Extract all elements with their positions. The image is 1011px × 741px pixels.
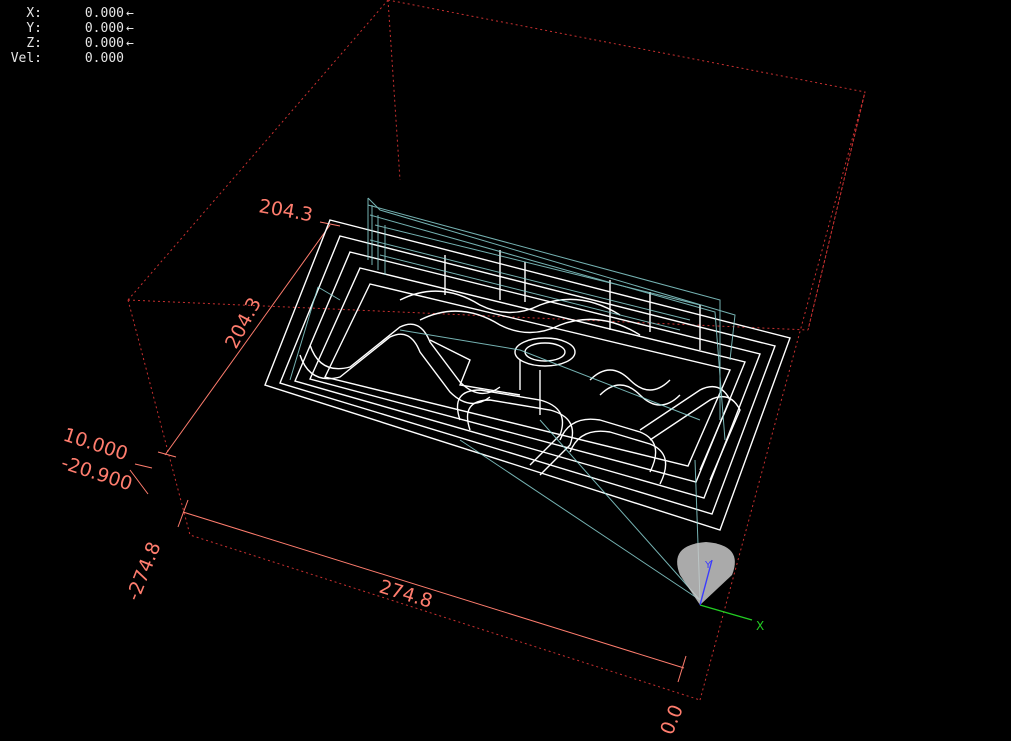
toolpath-3d-view[interactable]: 204.3 204.3 10.000 -20.900 -274.8 274.8 … — [0, 0, 1011, 741]
axis-label-x: X — [756, 619, 764, 633]
dim-x-min: -274.8 — [122, 539, 165, 604]
dimension-lines — [129, 221, 687, 683]
axis-label-y: Y — [704, 560, 712, 571]
feed-toolpath — [264, 219, 791, 531]
dim-x-zero: 0.0 — [656, 702, 688, 738]
tool-cone-icon — [677, 542, 735, 605]
dim-y-extent: 204.3 — [257, 195, 314, 226]
